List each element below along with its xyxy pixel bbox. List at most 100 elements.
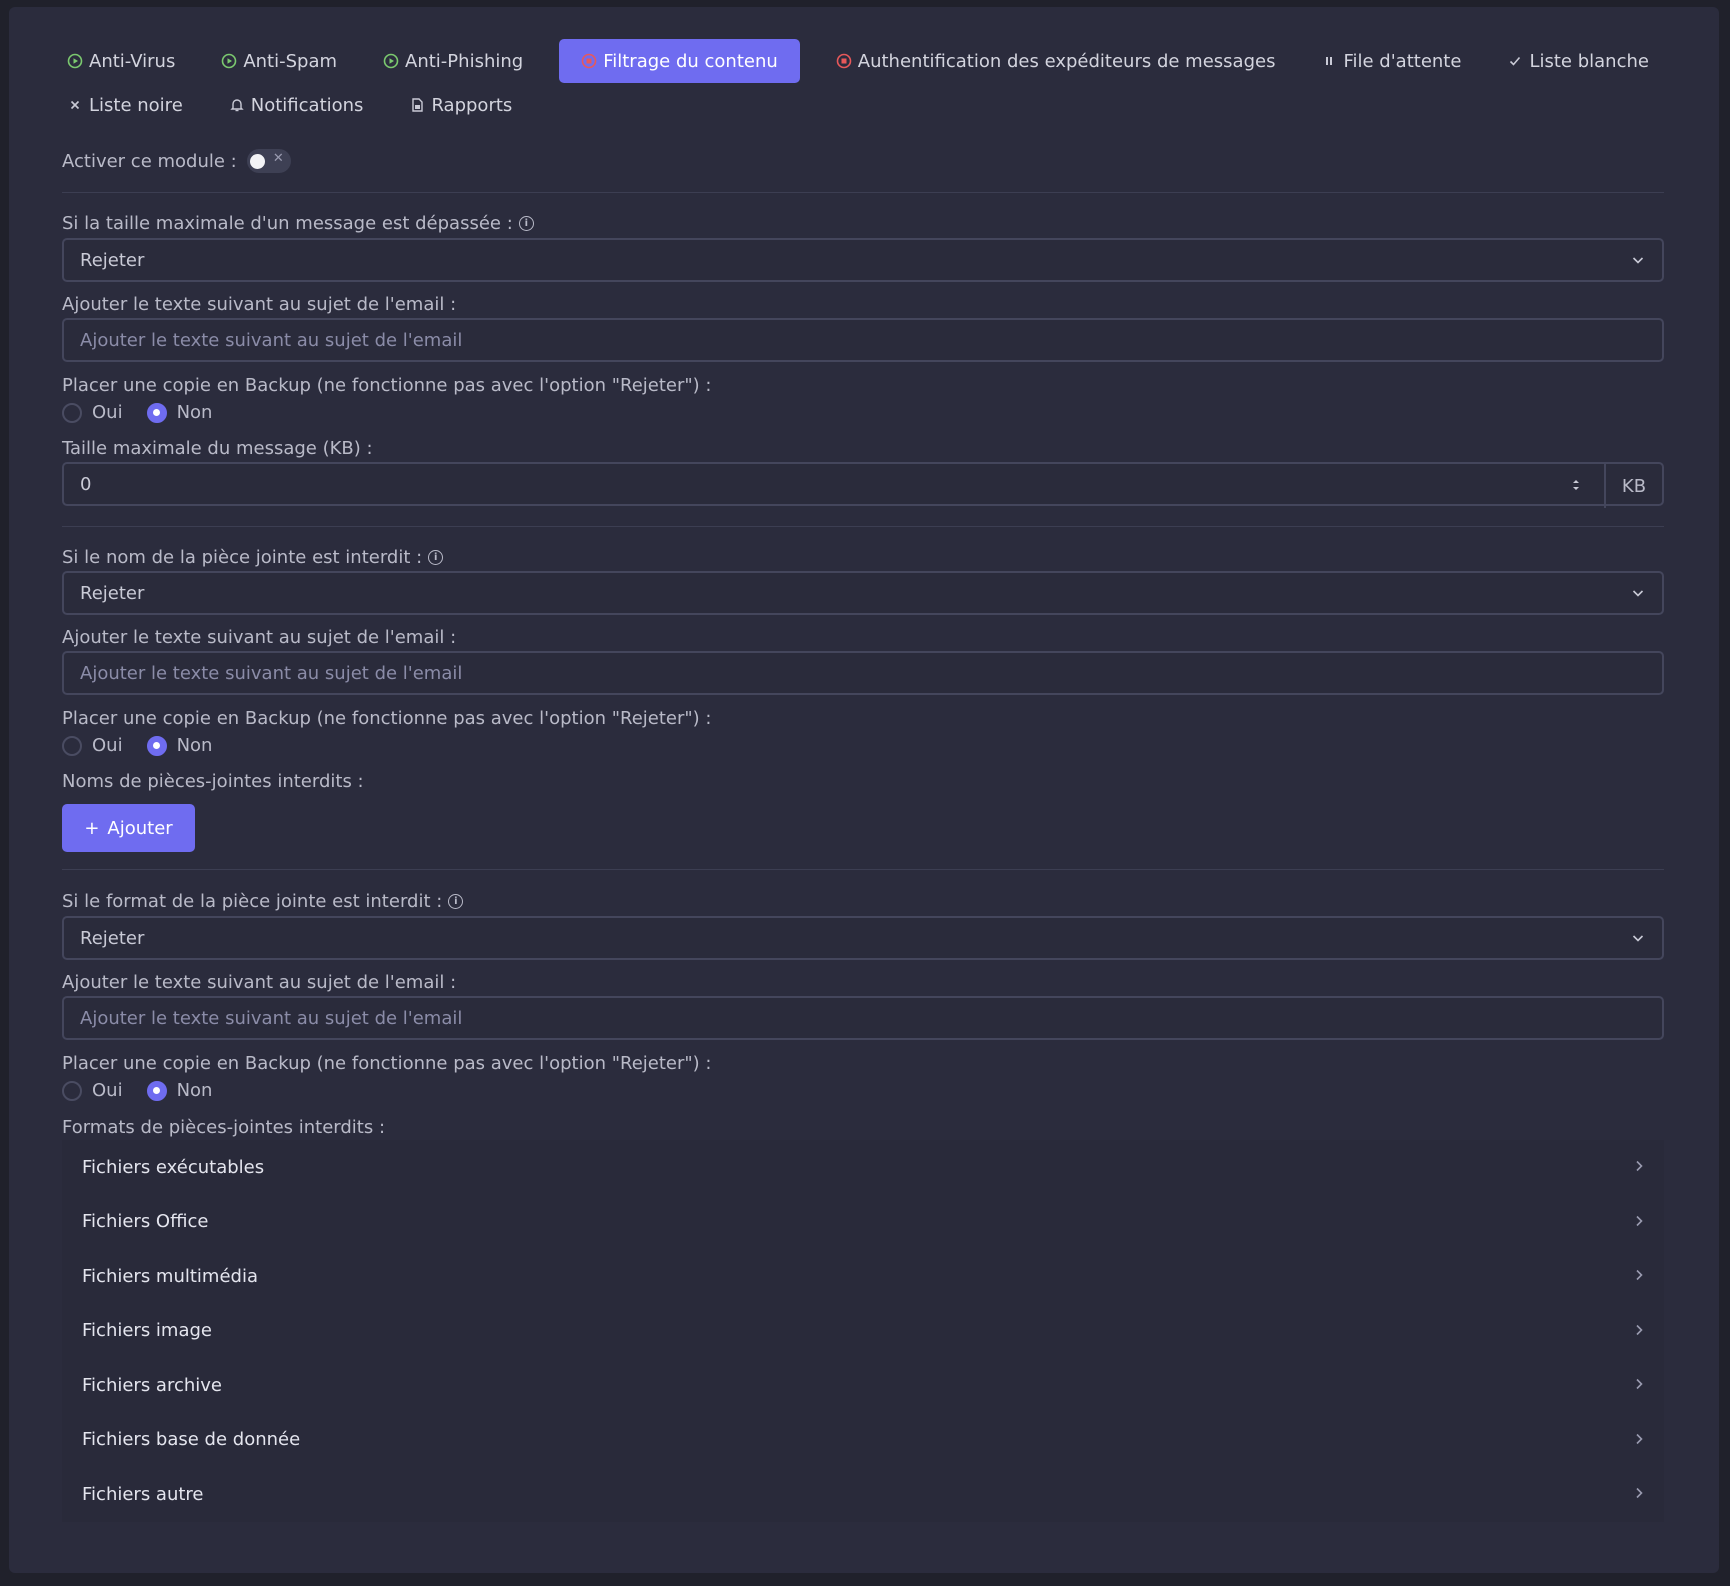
tab-label: Authentification des expéditeurs de mess… [857, 50, 1276, 72]
radio-non[interactable]: Non [146, 1080, 213, 1101]
radio-circle-selected [146, 1080, 167, 1101]
close-icon [67, 97, 83, 113]
accordion-item-archive[interactable]: Fichiers archive [62, 1358, 1664, 1413]
backup-radio-group: Oui Non [62, 402, 236, 423]
chevron-down-icon [1632, 590, 1644, 597]
add-button[interactable]: + Ajouter [62, 804, 195, 852]
subject-label: Ajouter le texte suivant au sujet de l'e… [62, 972, 457, 993]
tab-liste-blanche[interactable]: Liste blanche [1497, 39, 1659, 83]
accordion-item-executables[interactable]: Fichiers exécutables [62, 1140, 1664, 1195]
tab-liste-noire[interactable]: Liste noire [57, 83, 193, 127]
tab-anti-spam[interactable]: Anti-Spam [211, 39, 347, 83]
tab-label: Anti-Virus [89, 50, 176, 72]
divider [62, 526, 1664, 527]
radio-non[interactable]: Non [146, 735, 213, 756]
radio-non[interactable]: Non [146, 402, 213, 423]
size-input-wrap: 0 KB [62, 462, 1664, 508]
radio-label: Oui [92, 735, 123, 756]
accordion-item-multimedia[interactable]: Fichiers multimédia [62, 1249, 1664, 1304]
radio-oui[interactable]: Oui [62, 1080, 123, 1101]
formats-label: Formats de pièces-jointes interdits : [62, 1117, 386, 1138]
tab-notifications[interactable]: Notifications [219, 83, 374, 127]
add-label: Ajouter [107, 817, 173, 839]
chevron-right-icon [1636, 1487, 1643, 1499]
module-toggle[interactable]: ✕ [246, 149, 291, 173]
chevron-right-icon [1636, 1378, 1643, 1390]
accordion-item-office[interactable]: Fichiers Office [62, 1195, 1664, 1250]
backup-label: Placer une copie en Backup (ne fonctionn… [62, 708, 712, 729]
name-forbidden-label-row: Si le nom de la pièce jointe est interdi… [62, 547, 444, 568]
backup-radio-group: Oui Non [62, 1080, 236, 1101]
subject-label: Ajouter le texte suivant au sujet de l'e… [62, 627, 457, 648]
radio-label: Non [176, 402, 213, 423]
tab-bar: Anti-Virus Anti-Spam Anti-Phishing Filtr… [57, 39, 1677, 127]
pause-icon [1321, 53, 1337, 69]
subject-input-wrap [62, 318, 1664, 362]
info-icon[interactable]: i [428, 550, 444, 565]
play-circle-icon [67, 53, 83, 69]
tab-row-1: Anti-Virus Anti-Spam Anti-Phishing Filtr… [57, 39, 1677, 83]
select-value: Rejeter [80, 927, 145, 949]
info-icon[interactable]: i [518, 216, 534, 231]
spinner-icon[interactable] [1570, 477, 1582, 493]
radio-label: Non [176, 1080, 213, 1101]
info-icon[interactable]: i [448, 894, 464, 909]
tab-label: Liste noire [89, 94, 183, 116]
tab-label: Anti-Phishing [405, 50, 524, 72]
subject-input[interactable] [80, 329, 1646, 351]
backup-label: Placer une copie en Backup (ne fonctionn… [62, 1053, 712, 1074]
format-forbidden-select[interactable]: Rejeter [62, 916, 1664, 960]
tab-label: Liste blanche [1529, 50, 1649, 72]
file-icon [409, 97, 425, 113]
size-exceeded-select[interactable]: Rejeter [62, 238, 1664, 282]
size-input[interactable]: 0 [80, 474, 91, 495]
name-forbidden-label: Si le nom de la pièce jointe est interdi… [62, 547, 423, 568]
size-label: Taille maximale du message (KB) : [62, 438, 373, 459]
size-exceeded-label: Si la taille maximale d'un message est d… [62, 213, 513, 234]
close-icon: ✕ [272, 151, 284, 166]
size-unit: KB [1604, 464, 1662, 508]
name-forbidden-select[interactable]: Rejeter [62, 571, 1664, 615]
backup-label: Placer une copie en Backup (ne fonctionn… [62, 375, 712, 396]
chevron-right-icon [1636, 1160, 1643, 1172]
accordion-label: Fichiers Office [82, 1211, 209, 1233]
chevron-right-icon [1636, 1324, 1643, 1335]
accordion-item-database[interactable]: Fichiers base de donnée [62, 1413, 1664, 1468]
tab-label: Anti-Spam [243, 50, 338, 72]
accordion-item-image[interactable]: Fichiers image [62, 1304, 1664, 1359]
module-toggle-row: Activer ce module : ✕ [62, 149, 291, 173]
subject-input[interactable] [80, 1007, 1646, 1029]
tab-authentification[interactable]: Authentification des expéditeurs de mess… [826, 39, 1286, 83]
tab-filtrage-du-contenu[interactable]: Filtrage du contenu [559, 39, 800, 83]
toggle-knob [249, 153, 265, 169]
chevron-down-icon [1632, 257, 1644, 264]
tab-anti-phishing[interactable]: Anti-Phishing [373, 39, 533, 83]
radio-circle [62, 735, 82, 756]
bell-icon [229, 97, 245, 113]
radio-oui[interactable]: Oui [62, 402, 123, 423]
radio-oui[interactable]: Oui [62, 735, 123, 756]
select-value: Rejeter [80, 249, 145, 271]
stop-circle-icon [836, 53, 852, 69]
tab-label: Rapports [431, 94, 513, 116]
radio-circle-selected [146, 735, 167, 756]
chevron-right-icon [1636, 1215, 1643, 1226]
accordion-item-other[interactable]: Fichiers autre [62, 1467, 1664, 1522]
plus-icon: + [84, 817, 100, 839]
chevron-right-icon [1636, 1433, 1643, 1444]
divider [62, 192, 1664, 193]
tab-file-d-attente[interactable]: File d'attente [1311, 39, 1471, 83]
subject-input-wrap [62, 651, 1664, 695]
backup-radio-group: Oui Non [62, 735, 236, 756]
tab-anti-virus[interactable]: Anti-Virus [57, 39, 185, 83]
select-value: Rejeter [80, 582, 145, 604]
subject-input[interactable] [80, 662, 1646, 684]
check-icon [1507, 53, 1523, 69]
accordion-label: Fichiers multimédia [82, 1265, 258, 1287]
format-forbidden-label: Si le format de la pièce jointe est inte… [62, 891, 443, 912]
chevron-right-icon [1636, 1269, 1643, 1281]
radio-label: Non [176, 735, 213, 756]
accordion-label: Fichiers autre [82, 1483, 204, 1505]
tab-rapports[interactable]: Rapports [399, 83, 522, 127]
tab-label: Filtrage du contenu [603, 50, 778, 72]
